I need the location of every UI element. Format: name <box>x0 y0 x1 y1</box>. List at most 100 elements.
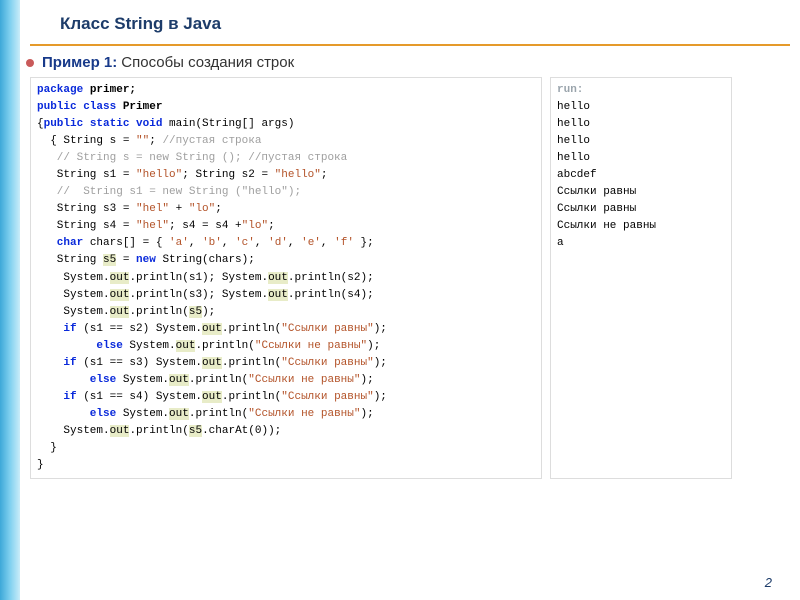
code-text: ; <box>321 169 328 181</box>
code-str: 'd' <box>268 237 288 249</box>
code-text: ); <box>374 323 387 335</box>
slide-accent-stripe <box>0 0 20 600</box>
code-str: 'b' <box>202 237 222 249</box>
code-hl: out <box>268 272 288 284</box>
code-text: .println(s2); <box>288 272 374 284</box>
code-text: }; <box>354 237 374 249</box>
code-text: .println( <box>129 425 188 437</box>
code-kw: if <box>37 323 77 335</box>
output-line: Ссылки не равны <box>557 218 725 235</box>
code-hl: out <box>169 408 189 420</box>
code-str: "hello" <box>136 169 182 181</box>
output-run-label: run: <box>557 82 725 99</box>
example-heading: Пример 1: Способы создания строк <box>26 54 800 71</box>
output-line: hello <box>557 133 725 150</box>
code-hl: s5 <box>189 425 202 437</box>
code-kw: char <box>37 237 83 249</box>
code-str: "hello" <box>275 169 321 181</box>
output-line: hello <box>557 116 725 133</box>
code-kw: new <box>136 254 156 266</box>
code-text: { String s = <box>37 135 136 147</box>
output-line: abcdef <box>557 167 725 184</box>
code-listing: package primer; public class Primer {pub… <box>30 77 542 479</box>
code-text: , <box>321 237 334 249</box>
example-label: Пример 1: <box>42 54 117 71</box>
code-text: (s1 == s4) System. <box>77 391 202 403</box>
code-text: .println( <box>195 340 254 352</box>
code-kw: else <box>37 340 123 352</box>
code-text: ; String s2 = <box>182 169 274 181</box>
code-comment: //пустая строка <box>162 135 261 147</box>
code-text: , <box>222 237 235 249</box>
code-hl: out <box>169 374 189 386</box>
code-text: System. <box>37 306 110 318</box>
code-text: } <box>37 459 44 471</box>
code-text: primer; <box>83 84 136 96</box>
slide-title: Класс String в Java <box>60 14 800 34</box>
code-text: .println( <box>222 323 281 335</box>
code-text: .println( <box>222 357 281 369</box>
code-hl: s5 <box>103 254 116 266</box>
code-hl: out <box>202 323 222 335</box>
output-line: hello <box>557 99 725 116</box>
code-text: System. <box>37 272 110 284</box>
code-text: System. <box>37 425 110 437</box>
example-text: Способы создания строк <box>121 54 294 71</box>
code-hl: out <box>176 340 196 352</box>
code-text: String <box>37 254 103 266</box>
code-text: main(String[] args) <box>162 118 294 130</box>
code-text: ; s4 = s4 + <box>169 220 242 232</box>
code-text: System. <box>37 289 110 301</box>
code-text: String s4 = <box>37 220 136 232</box>
code-text: ; <box>268 220 275 232</box>
code-hl: out <box>268 289 288 301</box>
code-text: .charAt(0)); <box>202 425 281 437</box>
code-str: 'e' <box>301 237 321 249</box>
code-text: , <box>255 237 268 249</box>
code-text: (s1 == s3) System. <box>77 357 202 369</box>
code-text: ); <box>360 408 373 420</box>
code-text: String(chars); <box>156 254 255 266</box>
code-hl: out <box>110 306 130 318</box>
code-str: "Ссылки не равны" <box>255 340 367 352</box>
slide-content: Класс String в Java Пример 1: Способы со… <box>30 0 800 479</box>
code-output-row: package primer; public class Primer {pub… <box>30 77 800 479</box>
code-str: "hel" <box>136 203 169 215</box>
code-text: ); <box>367 340 380 352</box>
code-str: "Ссылки равны" <box>281 391 373 403</box>
code-text: String s1 = <box>37 169 136 181</box>
code-text: Primer <box>116 101 162 113</box>
code-text: .println( <box>189 408 248 420</box>
code-hl: out <box>110 425 130 437</box>
code-kw: package <box>37 84 83 96</box>
code-str: 'f' <box>334 237 354 249</box>
code-text: ; <box>149 135 162 147</box>
code-str: "Ссылки равны" <box>281 357 373 369</box>
code-text: ; <box>215 203 222 215</box>
output-line: a <box>557 235 725 252</box>
code-text: chars[] = { <box>83 237 169 249</box>
code-text: System. <box>116 374 169 386</box>
code-text: String s3 = <box>37 203 136 215</box>
code-hl: out <box>202 357 222 369</box>
output-listing: run: hello hello hello hello abcdef Ссыл… <box>550 77 732 479</box>
code-str: "Ссылки не равны" <box>248 408 360 420</box>
code-text: System. <box>116 408 169 420</box>
code-text: ); <box>202 306 215 318</box>
code-text: .println( <box>129 306 188 318</box>
code-text: { <box>37 118 44 130</box>
code-kw: else <box>37 408 116 420</box>
output-line: Ссылки равны <box>557 184 725 201</box>
code-hl: out <box>110 289 130 301</box>
code-comment: // String s1 = new String ("hello"); <box>37 186 301 198</box>
code-text: ); <box>374 391 387 403</box>
bullet-icon <box>26 59 34 67</box>
code-text: ); <box>374 357 387 369</box>
code-text: .println(s3); System. <box>129 289 268 301</box>
code-text: ); <box>360 374 373 386</box>
title-divider <box>30 44 790 46</box>
code-comment: // String s = new String (); //пустая ст… <box>37 152 347 164</box>
code-str: "Ссылки не равны" <box>248 374 360 386</box>
code-text: .println(s1); System. <box>129 272 268 284</box>
code-str: 'c' <box>235 237 255 249</box>
